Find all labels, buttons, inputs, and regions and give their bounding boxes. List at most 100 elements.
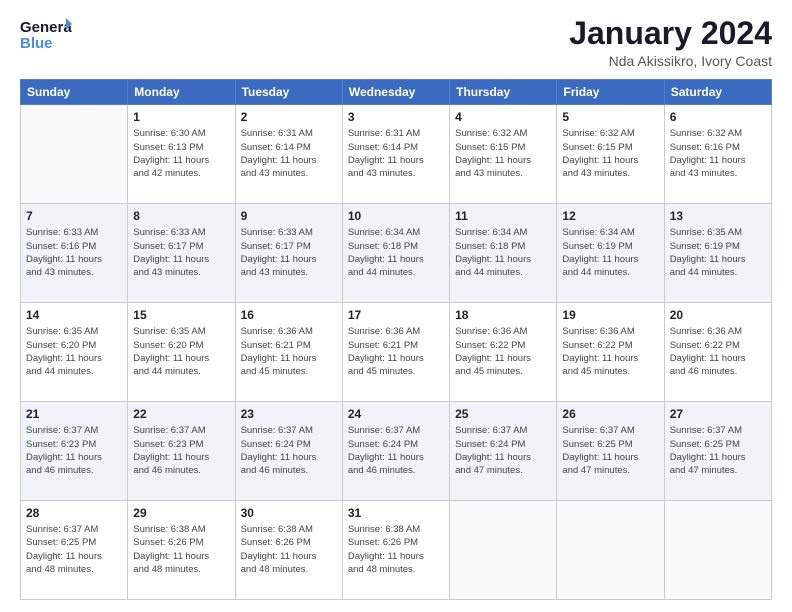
- day-number: 9: [241, 208, 337, 224]
- day-number: 23: [241, 406, 337, 422]
- calendar-cell: 12 Sunrise: 6:34 AMSunset: 6:19 PMDayligh…: [557, 204, 664, 303]
- calendar-table: SundayMondayTuesdayWednesdayThursdayFrid…: [20, 79, 772, 600]
- day-header-friday: Friday: [557, 80, 664, 105]
- day-number: 19: [562, 307, 658, 323]
- day-info: Sunrise: 6:34 AMSunset: 6:18 PMDaylight:…: [348, 226, 444, 279]
- day-info: Sunrise: 6:34 AMSunset: 6:19 PMDaylight:…: [562, 226, 658, 279]
- calendar-cell: 11 Sunrise: 6:34 AMSunset: 6:18 PMDayligh…: [450, 204, 557, 303]
- calendar-cell: [557, 501, 664, 600]
- day-info: Sunrise: 6:37 AMSunset: 6:25 PMDaylight:…: [670, 424, 766, 477]
- subtitle: Nda Akissikro, Ivory Coast: [569, 53, 772, 69]
- day-info: Sunrise: 6:35 AMSunset: 6:20 PMDaylight:…: [133, 325, 229, 378]
- day-info: Sunrise: 6:33 AMSunset: 6:17 PMDaylight:…: [133, 226, 229, 279]
- day-header-tuesday: Tuesday: [235, 80, 342, 105]
- day-info: Sunrise: 6:38 AMSunset: 6:26 PMDaylight:…: [133, 523, 229, 576]
- calendar-week-row: 7 Sunrise: 6:33 AMSunset: 6:16 PMDaylight…: [21, 204, 772, 303]
- day-info: Sunrise: 6:35 AMSunset: 6:20 PMDaylight:…: [26, 325, 122, 378]
- day-number: 17: [348, 307, 444, 323]
- day-number: 22: [133, 406, 229, 422]
- day-info: Sunrise: 6:35 AMSunset: 6:19 PMDaylight:…: [670, 226, 766, 279]
- calendar-cell: 14 Sunrise: 6:35 AMSunset: 6:20 PMDayligh…: [21, 303, 128, 402]
- calendar-week-row: 1Sunrise: 6:30 AMSunset: 6:13 PMDaylight…: [21, 105, 772, 204]
- day-info: Sunrise: 6:36 AMSunset: 6:21 PMDaylight:…: [241, 325, 337, 378]
- day-number: 27: [670, 406, 766, 422]
- calendar-week-row: 28 Sunrise: 6:37 AMSunset: 6:25 PMDayligh…: [21, 501, 772, 600]
- day-number: 10: [348, 208, 444, 224]
- calendar-cell: 24 Sunrise: 6:37 AMSunset: 6:24 PMDayligh…: [342, 402, 449, 501]
- calendar-cell: 27 Sunrise: 6:37 AMSunset: 6:25 PMDayligh…: [664, 402, 771, 501]
- logo-icon: GeneralBlue: [20, 16, 72, 52]
- day-info: Sunrise: 6:37 AMSunset: 6:24 PMDaylight:…: [455, 424, 551, 477]
- logo: GeneralBlue: [20, 16, 72, 52]
- calendar-cell: [450, 501, 557, 600]
- day-info: Sunrise: 6:37 AMSunset: 6:25 PMDaylight:…: [26, 523, 122, 576]
- day-info: Sunrise: 6:38 AMSunset: 6:26 PMDaylight:…: [348, 523, 444, 576]
- calendar-cell: 23 Sunrise: 6:37 AMSunset: 6:24 PMDayligh…: [235, 402, 342, 501]
- calendar-cell: 31 Sunrise: 6:38 AMSunset: 6:26 PMDayligh…: [342, 501, 449, 600]
- day-info: Sunrise: 6:37 AMSunset: 6:24 PMDaylight:…: [241, 424, 337, 477]
- calendar-cell: 18Sunrise: 6:36 AMSunset: 6:22 PMDayligh…: [450, 303, 557, 402]
- calendar-cell: 7 Sunrise: 6:33 AMSunset: 6:16 PMDaylight…: [21, 204, 128, 303]
- day-number: 31: [348, 505, 444, 521]
- calendar-cell: 2Sunrise: 6:31 AMSunset: 6:14 PMDaylight…: [235, 105, 342, 204]
- day-info: Sunrise: 6:37 AMSunset: 6:24 PMDaylight:…: [348, 424, 444, 477]
- day-info: Sunrise: 6:32 AMSunset: 6:16 PMDaylight:…: [670, 127, 766, 180]
- day-info: Sunrise: 6:31 AMSunset: 6:14 PMDaylight:…: [348, 127, 444, 180]
- day-number: 25: [455, 406, 551, 422]
- day-number: 5: [562, 109, 658, 125]
- day-number: 11: [455, 208, 551, 224]
- svg-text:Blue: Blue: [20, 35, 53, 52]
- calendar-cell: 16Sunrise: 6:36 AMSunset: 6:21 PMDayligh…: [235, 303, 342, 402]
- calendar-cell: 15Sunrise: 6:35 AMSunset: 6:20 PMDayligh…: [128, 303, 235, 402]
- day-info: Sunrise: 6:37 AMSunset: 6:25 PMDaylight:…: [562, 424, 658, 477]
- calendar-cell: 22 Sunrise: 6:37 AMSunset: 6:23 PMDayligh…: [128, 402, 235, 501]
- calendar-cell: 1Sunrise: 6:30 AMSunset: 6:13 PMDaylight…: [128, 105, 235, 204]
- day-header-monday: Monday: [128, 80, 235, 105]
- day-info: Sunrise: 6:34 AMSunset: 6:18 PMDaylight:…: [455, 226, 551, 279]
- day-header-saturday: Saturday: [664, 80, 771, 105]
- day-info: Sunrise: 6:31 AMSunset: 6:14 PMDaylight:…: [241, 127, 337, 180]
- calendar-header-row: SundayMondayTuesdayWednesdayThursdayFrid…: [21, 80, 772, 105]
- day-number: 13: [670, 208, 766, 224]
- calendar-cell: 25 Sunrise: 6:37 AMSunset: 6:24 PMDayligh…: [450, 402, 557, 501]
- calendar-cell: 26Sunrise: 6:37 AMSunset: 6:25 PMDayligh…: [557, 402, 664, 501]
- calendar-week-row: 14 Sunrise: 6:35 AMSunset: 6:20 PMDayligh…: [21, 303, 772, 402]
- day-number: 6: [670, 109, 766, 125]
- day-info: Sunrise: 6:32 AMSunset: 6:15 PMDaylight:…: [455, 127, 551, 180]
- day-number: 12: [562, 208, 658, 224]
- day-number: 24: [348, 406, 444, 422]
- day-info: Sunrise: 6:37 AMSunset: 6:23 PMDaylight:…: [133, 424, 229, 477]
- day-number: 4: [455, 109, 551, 125]
- calendar-cell: 10 Sunrise: 6:34 AMSunset: 6:18 PMDayligh…: [342, 204, 449, 303]
- day-number: 14: [26, 307, 122, 323]
- day-number: 8: [133, 208, 229, 224]
- calendar-cell: 13 Sunrise: 6:35 AMSunset: 6:19 PMDayligh…: [664, 204, 771, 303]
- day-header-thursday: Thursday: [450, 80, 557, 105]
- day-number: 30: [241, 505, 337, 521]
- day-info: Sunrise: 6:38 AMSunset: 6:26 PMDaylight:…: [241, 523, 337, 576]
- day-number: 7: [26, 208, 122, 224]
- calendar-cell: [21, 105, 128, 204]
- calendar-cell: 9 Sunrise: 6:33 AMSunset: 6:17 PMDaylight…: [235, 204, 342, 303]
- day-info: Sunrise: 6:36 AMSunset: 6:21 PMDaylight:…: [348, 325, 444, 378]
- header: GeneralBlue January 2024 Nda Akissikro, …: [20, 16, 772, 69]
- day-info: Sunrise: 6:33 AMSunset: 6:17 PMDaylight:…: [241, 226, 337, 279]
- calendar-cell: 20Sunrise: 6:36 AMSunset: 6:22 PMDayligh…: [664, 303, 771, 402]
- day-number: 28: [26, 505, 122, 521]
- calendar-cell: 21Sunrise: 6:37 AMSunset: 6:23 PMDayligh…: [21, 402, 128, 501]
- day-number: 29: [133, 505, 229, 521]
- day-number: 18: [455, 307, 551, 323]
- calendar-week-row: 21Sunrise: 6:37 AMSunset: 6:23 PMDayligh…: [21, 402, 772, 501]
- calendar-cell: 4 Sunrise: 6:32 AMSunset: 6:15 PMDaylight…: [450, 105, 557, 204]
- day-info: Sunrise: 6:33 AMSunset: 6:16 PMDaylight:…: [26, 226, 122, 279]
- calendar-cell: 29 Sunrise: 6:38 AMSunset: 6:26 PMDayligh…: [128, 501, 235, 600]
- calendar-cell: 19 Sunrise: 6:36 AMSunset: 6:22 PMDayligh…: [557, 303, 664, 402]
- day-number: 1: [133, 109, 229, 125]
- calendar-cell: 5Sunrise: 6:32 AMSunset: 6:15 PMDaylight…: [557, 105, 664, 204]
- day-info: Sunrise: 6:36 AMSunset: 6:22 PMDaylight:…: [562, 325, 658, 378]
- calendar-cell: 28 Sunrise: 6:37 AMSunset: 6:25 PMDayligh…: [21, 501, 128, 600]
- calendar-cell: 30 Sunrise: 6:38 AMSunset: 6:26 PMDayligh…: [235, 501, 342, 600]
- title-area: January 2024 Nda Akissikro, Ivory Coast: [569, 16, 772, 69]
- calendar-cell: 6 Sunrise: 6:32 AMSunset: 6:16 PMDaylight…: [664, 105, 771, 204]
- calendar-cell: 3Sunrise: 6:31 AMSunset: 6:14 PMDaylight…: [342, 105, 449, 204]
